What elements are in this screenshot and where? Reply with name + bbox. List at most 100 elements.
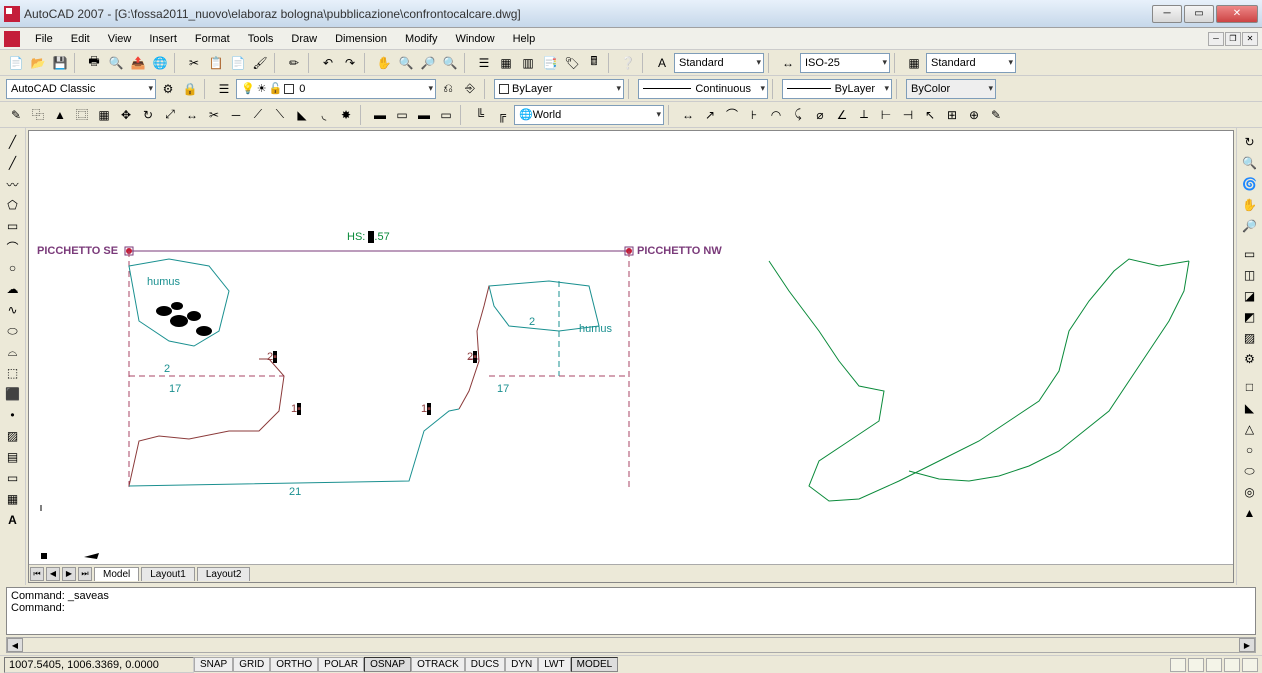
cone-tool[interactable]: △ <box>1240 419 1260 439</box>
tab-model[interactable]: Model <box>94 567 139 581</box>
dimstyle-combo[interactable]: ISO-25 <box>800 53 890 73</box>
textstyle-combo[interactable]: Standard <box>674 53 764 73</box>
xline-tool[interactable]: ╱ <box>3 153 23 173</box>
trim-button[interactable]: ✂ <box>204 105 224 125</box>
sphere-tool[interactable]: ○ <box>1240 440 1260 460</box>
tray-icon-1[interactable] <box>1206 658 1222 672</box>
dim-arc-button[interactable]: ⌒ <box>722 105 742 125</box>
regen-button[interactable]: ↻ <box>1240 132 1260 152</box>
arc-tool[interactable]: ⌒ <box>3 237 23 257</box>
tray-icon-2[interactable] <box>1224 658 1240 672</box>
print-button[interactable]: 🖶 <box>84 53 104 73</box>
orbit-button[interactable]: 🌀 <box>1240 174 1260 194</box>
new-button[interactable]: 📄 <box>6 53 26 73</box>
erase-button[interactable]: ✎ <box>6 105 26 125</box>
dim-continue-button[interactable]: ⊣ <box>898 105 918 125</box>
drawing-canvas[interactable]: HS: .57 PICCHETTO SE PICCHETTO NW humus … <box>29 131 1233 564</box>
scroll-left-button[interactable]: ◀ <box>7 638 23 652</box>
array-button[interactable]: ▦ <box>94 105 114 125</box>
menu-draw[interactable]: Draw <box>282 30 326 48</box>
menu-modify[interactable]: Modify <box>396 30 446 48</box>
circle-tool[interactable]: ○ <box>3 258 23 278</box>
matchprop-button[interactable]: 🖌 <box>250 53 270 73</box>
ellipse-arc-tool[interactable]: ⌓ <box>3 342 23 362</box>
toggle-model[interactable]: MODEL <box>571 657 619 672</box>
mdi-restore-button[interactable]: ❐ <box>1225 32 1241 46</box>
layer-manager-button[interactable]: ☰ <box>214 79 234 99</box>
undo-button[interactable]: ↶ <box>318 53 338 73</box>
offset-button[interactable]: ⿴ <box>72 105 92 125</box>
zoom-window-button[interactable]: 🔎 <box>418 53 438 73</box>
menu-tools[interactable]: Tools <box>239 30 283 48</box>
mirror-button[interactable]: ▲ <box>50 105 70 125</box>
menu-file[interactable]: File <box>26 30 62 48</box>
gradient-tool[interactable]: ▤ <box>3 447 23 467</box>
vs-conceptual-button[interactable]: ▨ <box>1240 328 1260 348</box>
minimize-button[interactable]: ─ <box>1152 5 1182 23</box>
vs-manage-button[interactable]: ⚙ <box>1240 349 1260 369</box>
tab-prev-button[interactable]: ◀ <box>46 567 60 581</box>
chamfer-button[interactable]: ◣ <box>292 105 312 125</box>
app-menu-icon[interactable] <box>4 31 20 47</box>
block-editor-button[interactable]: ✏ <box>284 53 304 73</box>
open-button[interactable]: 📂 <box>28 53 48 73</box>
3d-zoom-button[interactable]: 🔎 <box>1240 216 1260 236</box>
dim-quick-button[interactable]: ⟂ <box>854 105 874 125</box>
dim-angular-button[interactable]: ∠ <box>832 105 852 125</box>
menu-format[interactable]: Format <box>186 30 239 48</box>
toggle-lwt[interactable]: LWT <box>538 657 570 672</box>
hatch-tool[interactable]: ▨ <box>3 426 23 446</box>
tab-last-button[interactable]: ⏭ <box>78 567 92 581</box>
workspace-combo[interactable]: AutoCAD Classic <box>6 79 156 99</box>
pyramid-tool[interactable]: ▲ <box>1240 503 1260 523</box>
lock-status-icon[interactable] <box>1188 658 1204 672</box>
dim-edit-button[interactable]: ✎ <box>986 105 1006 125</box>
dcenter-button[interactable]: ▦ <box>496 53 516 73</box>
zoom-realtime-button[interactable]: 🔍 <box>396 53 416 73</box>
command-scrollbar[interactable]: ◀ ▶ <box>6 637 1256 653</box>
toggle-polar[interactable]: POLAR <box>318 657 364 672</box>
draworder-above-button[interactable]: ▬ <box>414 105 434 125</box>
dim-leader-button[interactable]: ↖ <box>920 105 940 125</box>
dim-linear-button[interactable]: ↔ <box>678 105 698 125</box>
scale-button[interactable]: ⤢ <box>160 105 180 125</box>
dim-ordinate-button[interactable]: ⊦ <box>744 105 764 125</box>
command-window[interactable]: Command: _saveas Command: <box>6 587 1256 635</box>
preview-button[interactable]: 🔍 <box>106 53 126 73</box>
vs-2d-button[interactable]: ▭ <box>1240 244 1260 264</box>
pline-tool[interactable]: 〰 <box>3 174 23 194</box>
make-block-tool[interactable]: ⬛ <box>3 384 23 404</box>
mdi-minimize-button[interactable]: ─ <box>1208 32 1224 46</box>
line-tool[interactable]: ╱ <box>3 132 23 152</box>
revcloud-tool[interactable]: ☁ <box>3 279 23 299</box>
commcenter-icon[interactable] <box>1170 658 1186 672</box>
etransmit-button[interactable]: 🌐 <box>150 53 170 73</box>
menu-view[interactable]: View <box>99 30 141 48</box>
mdi-close-button[interactable]: ✕ <box>1242 32 1258 46</box>
tablestyle-combo[interactable]: Standard <box>926 53 1016 73</box>
publish-button[interactable]: 📤 <box>128 53 148 73</box>
explode-button[interactable]: ✸ <box>336 105 356 125</box>
lineweight-combo[interactable]: ByLayer <box>782 79 892 99</box>
menu-window[interactable]: Window <box>446 30 503 48</box>
polygon-tool[interactable]: ⬠ <box>3 195 23 215</box>
tab-first-button[interactable]: ⏮ <box>30 567 44 581</box>
menu-insert[interactable]: Insert <box>140 30 186 48</box>
stretch-button[interactable]: ↔ <box>182 105 202 125</box>
ucs-icon[interactable]: ╚ <box>470 105 490 125</box>
dim-jogged-button[interactable]: ⤹ <box>788 105 808 125</box>
menu-help[interactable]: Help <box>504 30 545 48</box>
sheetset-button[interactable]: 📑 <box>540 53 560 73</box>
cylinder-tool[interactable]: ⬭ <box>1240 461 1260 481</box>
calc-button[interactable]: 🖩 <box>584 53 604 73</box>
layer-prev-button[interactable]: ⎌ <box>438 79 458 99</box>
region-tool[interactable]: ▭ <box>3 468 23 488</box>
properties-button[interactable]: ☰ <box>474 53 494 73</box>
torus-tool[interactable]: ◎ <box>1240 482 1260 502</box>
ellipse-tool[interactable]: ⬭ <box>3 321 23 341</box>
tool-palettes-button[interactable]: ▥ <box>518 53 538 73</box>
toggle-ducs[interactable]: DUCS <box>465 657 505 672</box>
tablestyle-icon[interactable]: ▦ <box>904 53 924 73</box>
menu-dimension[interactable]: Dimension <box>326 30 396 48</box>
coordinates-readout[interactable]: 1007.5405, 1006.3369, 0.0000 <box>4 657 194 673</box>
